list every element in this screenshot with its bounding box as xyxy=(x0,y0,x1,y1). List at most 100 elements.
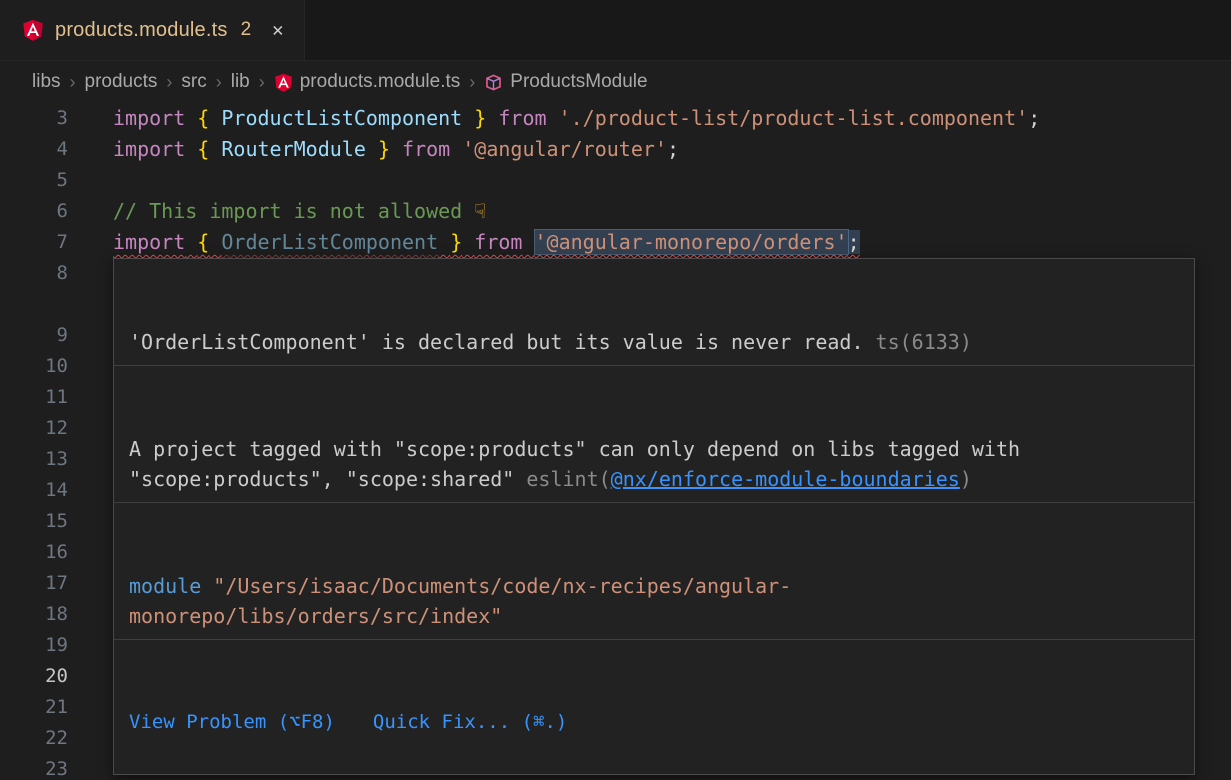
line-number[interactable]: 13 xyxy=(0,444,68,475)
code-content xyxy=(113,165,1231,196)
breadcrumb-item-lib[interactable]: lib xyxy=(231,71,250,93)
code-token: ☟ xyxy=(474,199,486,223)
breadcrumb-item-src[interactable]: src xyxy=(181,71,206,93)
module-info-line2: monorepo/libs/orders/src/index" xyxy=(129,601,1179,631)
code-content: import { RouterModule } from '@angular/r… xyxy=(113,134,1231,165)
line-number[interactable]: 5 xyxy=(0,165,68,196)
breadcrumb-item-symbol[interactable]: ProductsModule xyxy=(484,71,647,93)
code-token: from xyxy=(474,230,522,254)
breadcrumb-label: src xyxy=(181,71,206,93)
code-token: import xyxy=(113,137,185,161)
code-token: { xyxy=(197,230,209,254)
unused-message-text: 'OrderListComponent' is declared but its… xyxy=(129,330,864,354)
code-token xyxy=(209,230,221,254)
code-token: import xyxy=(113,230,185,254)
view-problem-button[interactable]: View Problem (⌥F8) xyxy=(129,707,335,737)
code-line-5[interactable]: 5 xyxy=(0,165,1231,196)
code-line-7[interactable]: 7 import { OrderListComponent } from '@an… xyxy=(0,227,1231,258)
code-line-4[interactable]: 4 import { RouterModule } from '@angular/… xyxy=(0,134,1231,165)
code-token xyxy=(185,230,197,254)
code-content: import { ProductListComponent } from './… xyxy=(113,103,1231,134)
code-line-3[interactable]: 3 import { ProductListComponent } from '.… xyxy=(0,103,1231,134)
breadcrumb-label: libs xyxy=(32,71,61,93)
breadcrumb-label: products.module.ts xyxy=(300,71,461,93)
line-number[interactable]: 4 xyxy=(0,134,68,165)
module-path: "/Users/isaac/Documents/code/nx-recipes/… xyxy=(201,574,791,598)
line-number[interactable]: 19 xyxy=(0,630,68,661)
code-token: './product-list/product-list.component' xyxy=(559,106,1029,130)
module-path-continued: monorepo/libs/orders/src/index" xyxy=(129,604,502,628)
quick-fix-button[interactable]: Quick Fix... (⌘.) xyxy=(373,707,567,737)
chevron-right-icon: › xyxy=(166,72,172,93)
line-number[interactable]: 8 xyxy=(0,258,68,320)
breadcrumb-item-libs[interactable]: libs xyxy=(32,71,61,93)
eslint-message-line1: A project tagged with "scope:products" c… xyxy=(129,434,1179,464)
code-token: from xyxy=(402,137,450,161)
code-token: from xyxy=(498,106,546,130)
line-number[interactable]: 11 xyxy=(0,382,68,413)
code-token: ; xyxy=(848,230,860,254)
chevron-right-icon: › xyxy=(469,72,475,93)
code-token xyxy=(209,106,221,130)
code-token xyxy=(486,106,498,130)
code-token: ; xyxy=(667,137,679,161)
code-text: // This import is not allowed ☟ xyxy=(113,199,486,223)
code-token xyxy=(522,230,534,254)
line-number[interactable]: 18 xyxy=(0,599,68,630)
line-number[interactable]: 12 xyxy=(0,413,68,444)
angular-icon xyxy=(274,73,293,92)
chevron-right-icon: › xyxy=(216,72,222,93)
line-number[interactable]: 21 xyxy=(0,692,68,723)
code-token: ; xyxy=(1028,106,1040,130)
line-number[interactable]: 22 xyxy=(0,723,68,754)
hover-module-info: module "/Users/isaac/Documents/code/nx-r… xyxy=(114,563,1194,640)
line-number[interactable]: 20 xyxy=(0,661,68,692)
code-line-6[interactable]: 6 // This import is not allowed ☟ xyxy=(0,196,1231,227)
line-number[interactable]: 7 xyxy=(0,227,68,258)
code-token: '@angular/router' xyxy=(462,137,667,161)
code-content: // This import is not allowed ☟ xyxy=(113,196,1231,227)
hover-eslint-message: A project tagged with "scope:products" c… xyxy=(114,426,1194,503)
code-token xyxy=(462,106,474,130)
line-number[interactable]: 16 xyxy=(0,537,68,568)
line-number[interactable]: 3 xyxy=(0,103,68,134)
line-number[interactable]: 17 xyxy=(0,568,68,599)
line-number[interactable]: 10 xyxy=(0,351,68,382)
breadcrumb-item-products[interactable]: products xyxy=(85,71,158,93)
tab-title: products.module.ts xyxy=(55,19,228,42)
code-token: } xyxy=(378,137,390,161)
code-token xyxy=(185,137,197,161)
error-squiggle-text: import { OrderListComponent } from '@ang… xyxy=(113,230,860,254)
code-token xyxy=(450,137,462,161)
tab-products-module[interactable]: products.module.ts 2 ✕ xyxy=(0,0,305,60)
eslint-source: eslint( xyxy=(526,467,610,491)
line-number[interactable]: 23 xyxy=(0,754,68,780)
line-number[interactable]: 6 xyxy=(0,196,68,227)
code-token xyxy=(390,137,402,161)
chevron-right-icon: › xyxy=(70,72,76,93)
eslint-message-line2: "scope:products", "scope:shared" eslint(… xyxy=(129,464,1179,494)
line-number[interactable]: 14 xyxy=(0,475,68,506)
code-token xyxy=(462,230,474,254)
tab-problems-badge: 2 xyxy=(241,19,252,41)
tab-bar-empty-space xyxy=(305,0,1231,60)
close-icon[interactable]: ✕ xyxy=(272,21,283,40)
breadcrumb: libs › products › src › lib › products.m… xyxy=(0,61,1231,103)
code-token: { xyxy=(197,106,209,130)
code-content: import { OrderListComponent } from '@ang… xyxy=(113,227,1231,258)
code-token: import xyxy=(113,106,185,130)
code-token: OrderListComponent xyxy=(221,230,438,254)
eslint-rule-link[interactable]: @nx/enforce-module-boundaries xyxy=(611,467,960,491)
code-token: ProductListComponent xyxy=(221,106,462,130)
angular-icon xyxy=(22,19,44,41)
code-text: import { ProductListComponent } from './… xyxy=(113,106,1040,130)
line-number[interactable]: 15 xyxy=(0,506,68,537)
diagnostic-code: ts(6133) xyxy=(864,330,972,354)
code-token: } xyxy=(474,106,486,130)
breadcrumb-item-file[interactable]: products.module.ts xyxy=(274,71,461,93)
tab-bar: products.module.ts 2 ✕ xyxy=(0,0,1231,61)
code-token: // This import is not allowed xyxy=(113,199,474,223)
line-number[interactable]: 9 xyxy=(0,320,68,351)
module-keyword: module xyxy=(129,574,201,598)
hover-popup: 'OrderListComponent' is declared but its… xyxy=(113,258,1195,775)
